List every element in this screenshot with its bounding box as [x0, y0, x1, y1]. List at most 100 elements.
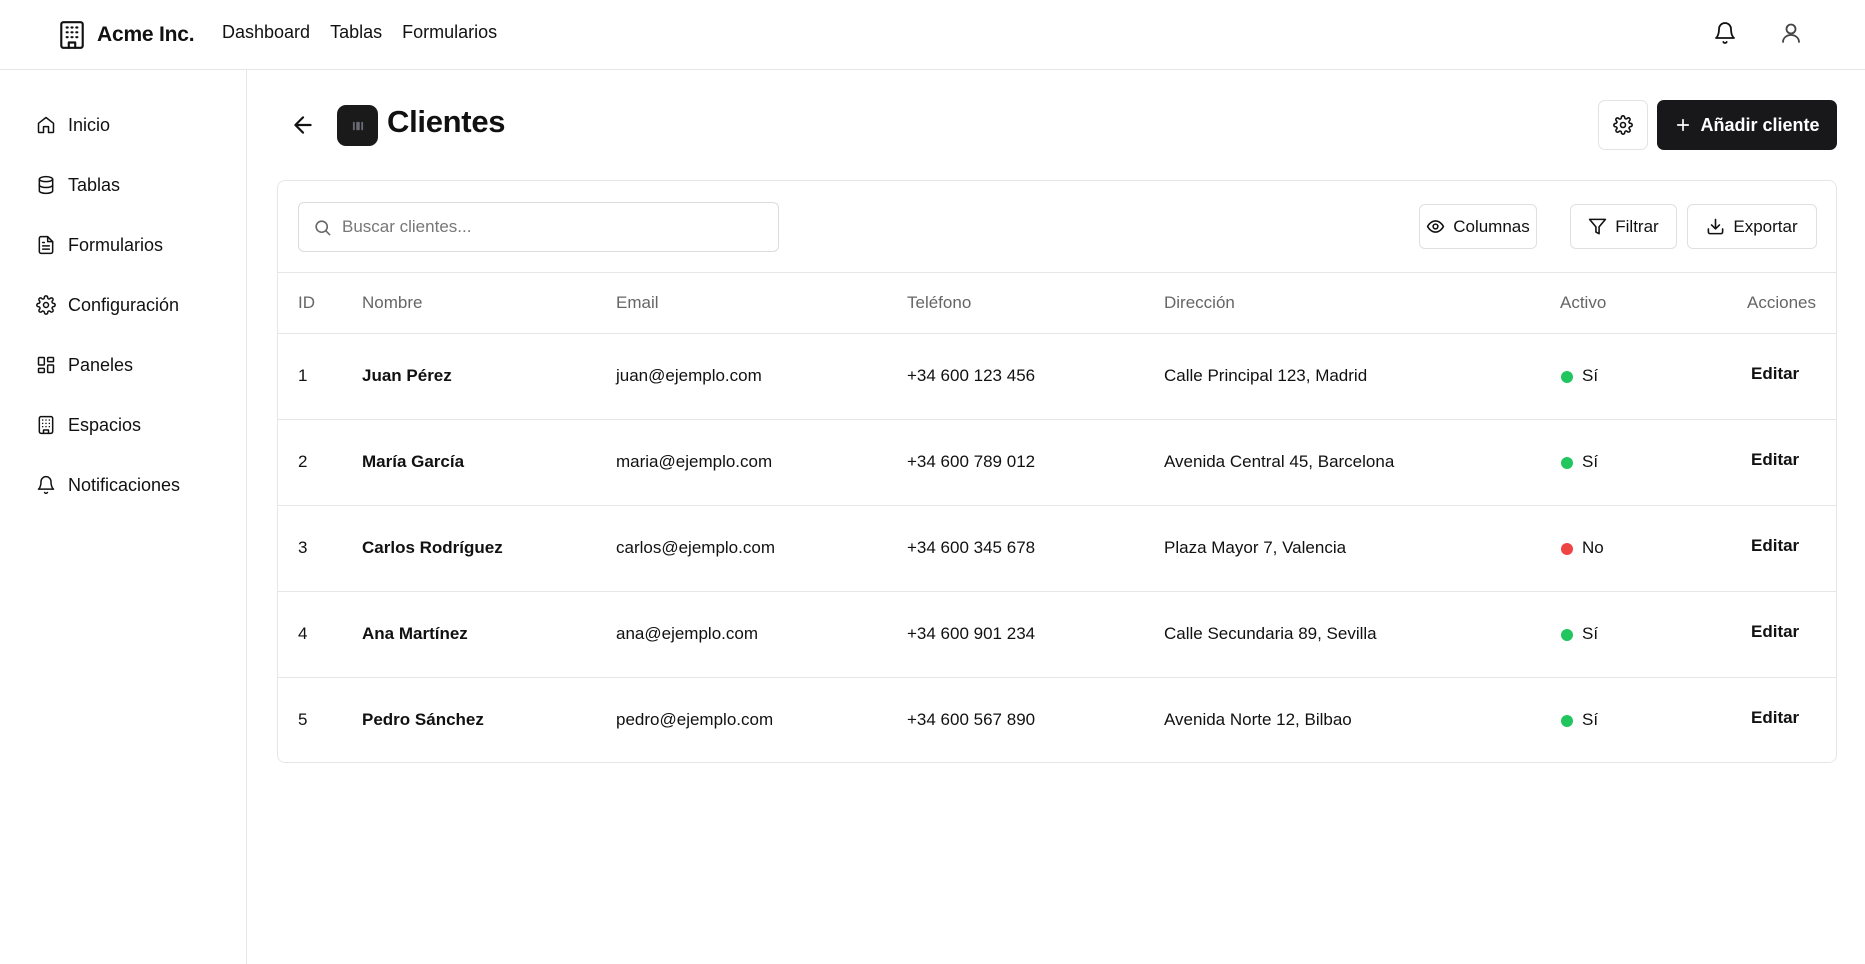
status-dot	[1561, 543, 1573, 555]
cell-address: Calle Secundaria 89, Sevilla	[1164, 624, 1377, 643]
edit-button[interactable]: Editar	[1751, 708, 1799, 728]
cell-name: Ana Martínez	[362, 624, 468, 643]
column-header-email[interactable]: Email	[616, 293, 659, 313]
user-icon[interactable]	[1779, 21, 1803, 47]
sidebar-item-label: Configuración	[68, 294, 180, 315]
export-button[interactable]: Exportar	[1687, 204, 1817, 249]
search-icon	[315, 219, 331, 235]
cell-name: María García	[362, 452, 465, 471]
cell-address: Plaza Mayor 7, Valencia	[1164, 538, 1347, 557]
cell-phone: +34 600 789 012	[907, 452, 1036, 471]
table-row[interactable]: 3 Carlos Rodríguez carlos@ejemplo.com +3…	[278, 506, 1836, 592]
bell-icon[interactable]	[1713, 21, 1737, 47]
users-icon	[352, 121, 363, 130]
clients-card: Columnas Filtrar Exportar ID Nombre Emai…	[277, 180, 1837, 763]
bell-icon	[37, 475, 55, 495]
table-row[interactable]: 2 María García maria@ejemplo.com +34 600…	[278, 420, 1836, 506]
cell-active: Sí	[1582, 452, 1599, 471]
cell-id: 1	[298, 366, 308, 385]
cell-email: maria@ejemplo.com	[616, 452, 773, 471]
file-text-icon	[38, 235, 54, 255]
column-header-direccion[interactable]: Dirección	[1164, 293, 1235, 313]
layout-dashboard-icon	[37, 356, 55, 374]
column-header-activo[interactable]: Activo	[1560, 293, 1606, 313]
sidebar-item-label: Formularios	[68, 234, 164, 255]
cell-email: juan@ejemplo.com	[616, 366, 762, 385]
sidebar-item-inicio[interactable]: Inicio	[36, 111, 110, 139]
top-navbar: Acme Inc. Dashboard Tablas Formularios	[0, 0, 1865, 70]
sidebar-item-label: Inicio	[68, 114, 111, 135]
building-icon	[60, 21, 84, 49]
cell-id: 3	[298, 538, 308, 557]
cell-email: carlos@ejemplo.com	[616, 538, 775, 557]
brand-name: Acme Inc.	[97, 23, 195, 46]
cell-id: 4	[298, 624, 308, 643]
table-row[interactable]: 5 Pedro Sánchez pedro@ejemplo.com +34 60…	[278, 678, 1836, 764]
cell-name: Juan Pérez	[362, 366, 452, 385]
eye-icon	[1427, 220, 1445, 233]
sidebar-item-label: Paneles	[68, 354, 134, 375]
sidebar-item-configuracion[interactable]: Configuración	[36, 291, 179, 319]
page-icon	[337, 105, 378, 146]
export-label: Exportar	[1733, 216, 1798, 236]
sidebar-item-label: Tablas	[68, 174, 121, 195]
table-row[interactable]: 4 Ana Martínez ana@ejemplo.com +34 600 9…	[278, 592, 1836, 678]
page-title: Clientes	[387, 104, 506, 139]
edit-button[interactable]: Editar	[1751, 364, 1799, 384]
topnav-formularios[interactable]: Formularios	[402, 22, 497, 43]
status-dot	[1561, 371, 1573, 383]
search-input[interactable]	[342, 217, 762, 237]
database-icon	[38, 175, 54, 195]
sidebar: Inicio Tablas Formularios Configuración …	[0, 70, 247, 964]
sidebar-item-formularios[interactable]: Formularios	[36, 231, 163, 259]
sidebar-item-label: Notificaciones	[68, 474, 181, 495]
cell-phone: +34 600 345 678	[907, 538, 1036, 557]
filter-icon	[1589, 218, 1607, 235]
cell-address: Avenida Norte 12, Bilbao	[1164, 710, 1352, 729]
home-icon	[37, 116, 55, 134]
add-client-button[interactable]: Añadir cliente	[1657, 100, 1837, 150]
table-header: ID Nombre Email Teléfono Dirección Activ…	[278, 272, 1836, 334]
cell-email: ana@ejemplo.com	[616, 624, 758, 643]
gear-icon	[36, 295, 56, 315]
cell-id: 2	[298, 452, 308, 471]
topnav-dashboard[interactable]: Dashboard	[222, 22, 310, 43]
settings-button[interactable]	[1598, 100, 1648, 150]
sidebar-item-espacios[interactable]: Espacios	[36, 411, 141, 439]
filter-button[interactable]: Filtrar	[1570, 204, 1677, 249]
search-box[interactable]	[298, 202, 779, 252]
gear-icon	[1613, 115, 1633, 135]
sidebar-item-notificaciones[interactable]: Notificaciones	[36, 471, 180, 499]
status-dot	[1561, 629, 1573, 641]
plus-icon	[1677, 118, 1690, 132]
edit-button[interactable]: Editar	[1751, 622, 1799, 642]
top-actions	[1713, 21, 1803, 47]
cell-phone: +34 600 901 234	[907, 624, 1036, 643]
sidebar-item-label: Espacios	[68, 414, 142, 435]
cell-email: pedro@ejemplo.com	[616, 710, 774, 729]
arrow-left-icon	[294, 116, 312, 134]
sidebar-item-paneles[interactable]: Paneles	[36, 351, 133, 379]
edit-button[interactable]: Editar	[1751, 536, 1799, 556]
add-client-label: Añadir cliente	[1700, 114, 1820, 135]
topnav-tablas[interactable]: Tablas	[330, 22, 382, 43]
table-row[interactable]: 1 Juan Pérez juan@ejemplo.com +34 600 12…	[278, 334, 1836, 420]
column-header-nombre[interactable]: Nombre	[362, 293, 422, 313]
column-header-id[interactable]: ID	[298, 293, 315, 313]
back-button[interactable]	[290, 112, 316, 138]
download-icon	[1707, 218, 1724, 235]
cell-active: Sí	[1582, 710, 1599, 729]
columns-button[interactable]: Columnas	[1419, 204, 1537, 249]
cell-active: Sí	[1582, 366, 1599, 385]
cell-name: Carlos Rodríguez	[362, 538, 503, 557]
filter-label: Filtrar	[1615, 216, 1659, 236]
edit-button[interactable]: Editar	[1751, 450, 1799, 470]
cell-name: Pedro Sánchez	[362, 710, 484, 729]
column-header-telefono[interactable]: Teléfono	[907, 293, 971, 313]
brand[interactable]: Acme Inc.	[59, 20, 195, 50]
sidebar-item-tablas[interactable]: Tablas	[36, 171, 120, 199]
cell-active: Sí	[1582, 624, 1599, 643]
cell-phone: +34 600 567 890	[907, 710, 1036, 729]
cell-phone: +34 600 123 456	[907, 366, 1036, 385]
building-icon	[38, 415, 54, 435]
